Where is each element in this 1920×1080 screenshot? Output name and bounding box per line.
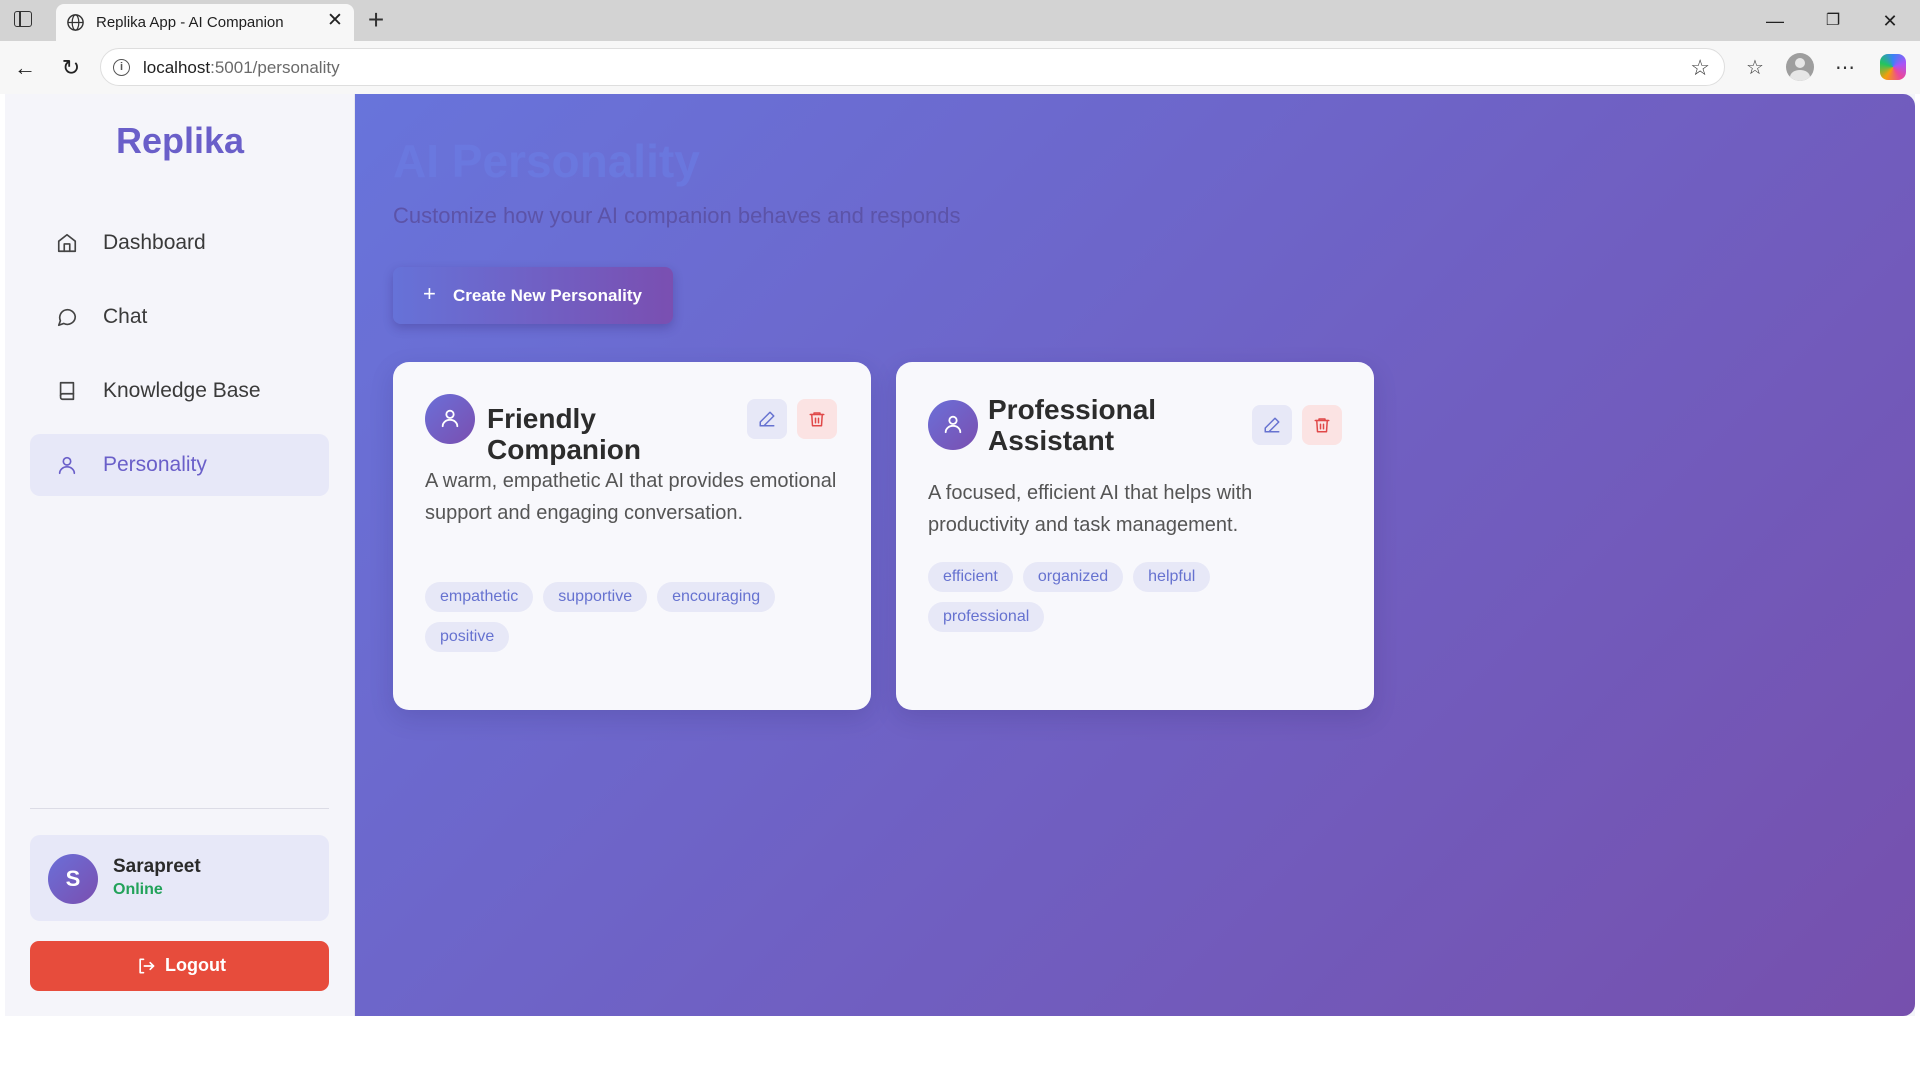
- sidebar-item-personality[interactable]: Personality: [30, 434, 329, 496]
- user-name: Sarapreet: [113, 856, 201, 877]
- page-bottom-area: [0, 1016, 1920, 1080]
- trash-icon: [1314, 418, 1330, 433]
- personality-avatar: [928, 400, 978, 450]
- trash-icon: [809, 412, 825, 427]
- tab-title: Replika App - AI Companion: [96, 14, 284, 31]
- trait-tags: efficient organized helpful professional: [928, 562, 1258, 632]
- user-icon: [58, 456, 76, 475]
- create-button-label: Create New Personality: [453, 286, 642, 305]
- trait-tag: empathetic: [425, 582, 534, 612]
- pencil-icon: [1264, 417, 1280, 433]
- create-personality-button[interactable]: + Create New Personality: [393, 267, 673, 324]
- url-text: localhost:5001/personality: [143, 58, 340, 77]
- sidebar-item-label: Personality: [103, 453, 207, 476]
- brand-logo[interactable]: Replika: [5, 120, 355, 162]
- trait-tag: encouraging: [657, 582, 776, 612]
- favorites-icon[interactable]: ☆: [1741, 54, 1769, 82]
- more-options-icon[interactable]: ⋯: [1831, 54, 1859, 82]
- trait-tag: organized: [1022, 562, 1124, 592]
- personality-avatar: [425, 394, 475, 444]
- sidebar-item-knowledge-base[interactable]: Knowledge Base: [30, 360, 329, 422]
- logout-icon: [139, 958, 155, 974]
- sidebar-item-dashboard[interactable]: Dashboard: [30, 212, 329, 274]
- sidebar-item-label: Knowledge Base: [103, 379, 261, 402]
- tab-actions-icon[interactable]: [14, 11, 32, 27]
- logout-label: Logout: [165, 955, 226, 975]
- minimize-icon[interactable]: —: [1760, 8, 1790, 34]
- restore-icon[interactable]: ❐: [1818, 8, 1848, 34]
- user-icon: [441, 409, 459, 428]
- close-tab-icon[interactable]: ✕: [324, 10, 346, 32]
- close-window-icon[interactable]: ✕: [1875, 8, 1905, 34]
- trait-tag: professional: [928, 602, 1045, 632]
- page-subtitle: Customize how your AI companion behaves …: [393, 203, 961, 228]
- reload-icon[interactable]: ↻: [56, 53, 86, 83]
- favorite-star-icon[interactable]: ☆: [1690, 55, 1710, 81]
- page-title: AI Personality: [393, 135, 700, 187]
- back-icon[interactable]: ←: [10, 53, 40, 83]
- address-bar-row: ← ↻ i localhost:5001/personality ☆ ☆ ⋯: [0, 41, 1920, 94]
- personality-card[interactable]: Professional Assistant A focused, effici…: [896, 362, 1374, 710]
- delete-button[interactable]: [797, 399, 837, 439]
- main-content: AI Personality Customize how your AI com…: [355, 94, 1915, 1016]
- sidebar-divider: [30, 808, 329, 809]
- user-status: Online: [113, 881, 163, 898]
- profile-icon[interactable]: [1786, 53, 1814, 81]
- personality-description: A warm, empathetic AI that provides emot…: [425, 470, 837, 524]
- trait-tag: efficient: [928, 562, 1013, 592]
- personality-name: Professional Assistant: [988, 394, 1157, 456]
- trait-tag: helpful: [1133, 562, 1211, 592]
- app-root: Replika Dashboard Chat Knowledge Base Pe…: [5, 94, 1915, 1016]
- sidebar-item-chat[interactable]: Chat: [30, 286, 329, 348]
- site-info-icon[interactable]: i: [113, 59, 130, 76]
- avatar: S: [48, 854, 98, 904]
- personality-card[interactable]: Friendly Companion A warm, empathetic AI…: [393, 362, 871, 710]
- sidebar-item-label: Dashboard: [103, 231, 206, 254]
- edit-button[interactable]: [1252, 405, 1292, 445]
- browser-tab-bar: Replika App - AI Companion ✕ + — ❐ ✕: [0, 0, 1920, 41]
- plus-icon: +: [423, 281, 436, 306]
- sidebar: Replika Dashboard Chat Knowledge Base Pe…: [5, 94, 355, 1016]
- home-icon: [57, 233, 77, 253]
- trait-tag: positive: [425, 622, 510, 652]
- user-icon: [944, 415, 962, 434]
- globe-icon: [67, 14, 84, 31]
- sidebar-item-label: Chat: [103, 305, 148, 328]
- url-field[interactable]: i localhost:5001/personality ☆: [100, 48, 1725, 86]
- pencil-icon: [759, 411, 775, 427]
- delete-button[interactable]: [1302, 405, 1342, 445]
- message-circle-icon: [57, 308, 77, 327]
- new-tab-icon[interactable]: +: [363, 5, 389, 35]
- logout-button[interactable]: Logout: [30, 941, 329, 991]
- copilot-icon[interactable]: [1880, 54, 1906, 80]
- book-icon: [59, 381, 75, 401]
- personality-description: A focused, efficient AI that helps with …: [928, 482, 1253, 536]
- trait-tag: supportive: [543, 582, 648, 612]
- browser-tab[interactable]: Replika App - AI Companion ✕: [56, 4, 354, 41]
- personality-name: Friendly Companion: [487, 403, 641, 465]
- edit-button[interactable]: [747, 399, 787, 439]
- trait-tags: empathetic supportive encouraging positi…: [425, 582, 845, 652]
- user-profile-card[interactable]: S Sarapreet Online: [30, 835, 329, 921]
